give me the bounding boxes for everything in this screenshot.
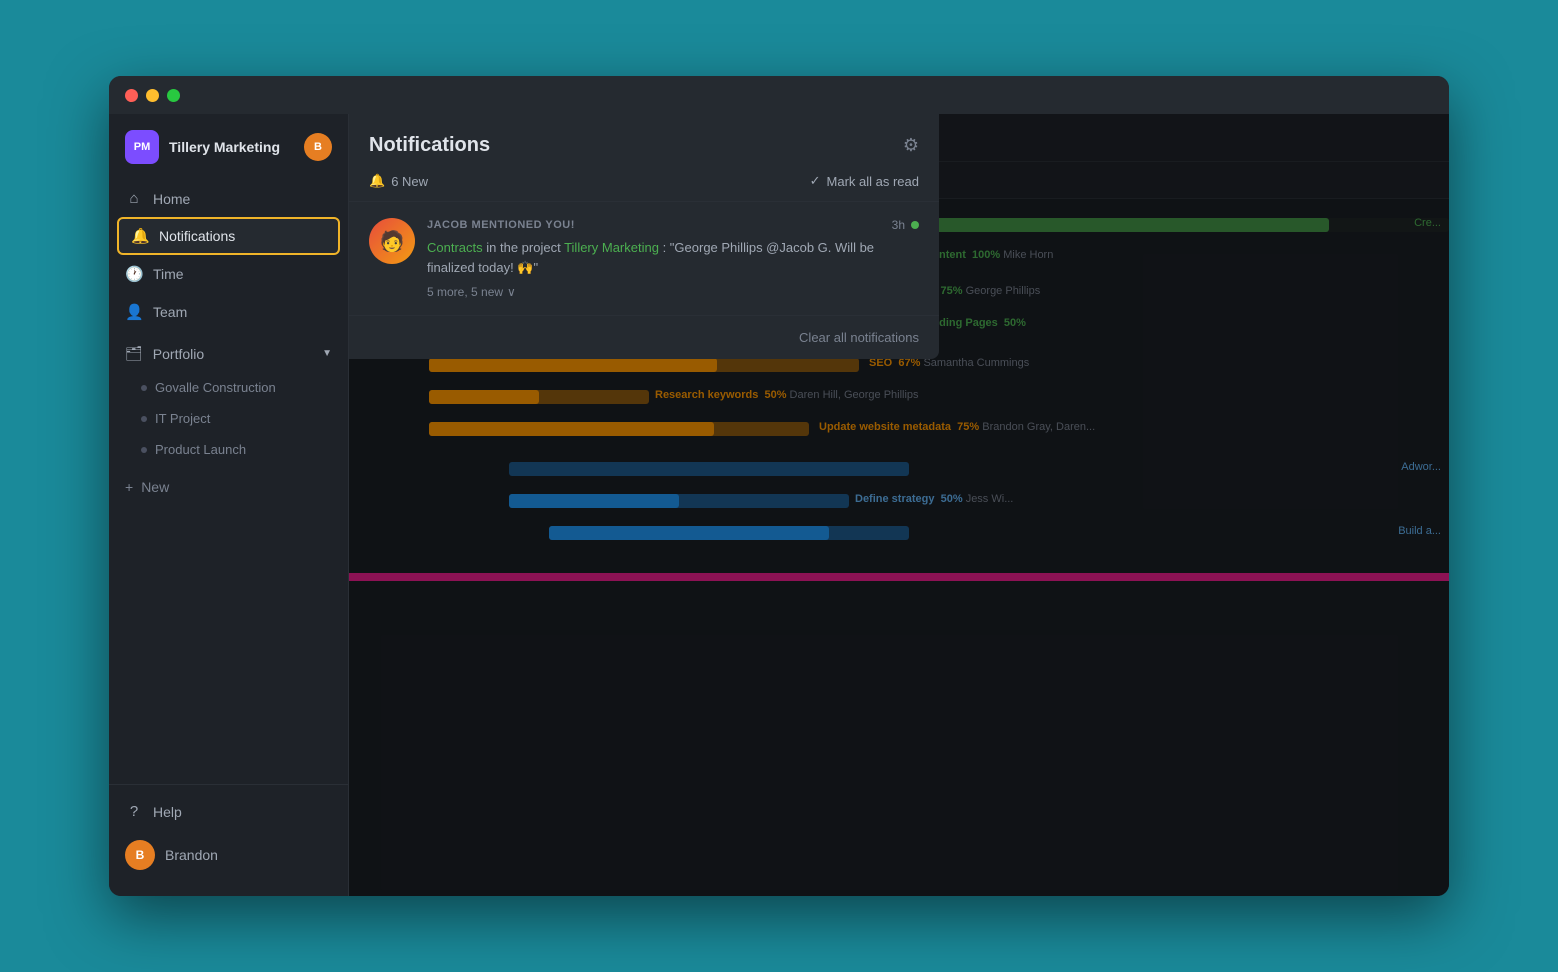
portfolio-section: 🗂 Portfolio ▼ Govalle Construction IT Pr… [109,335,348,465]
user-avatar: B [125,840,155,870]
portfolio-item-it[interactable]: IT Project [109,403,348,434]
time-text: 3h [892,218,905,232]
user-name: Brandon [165,847,218,863]
portfolio-arrow: ▼ [322,348,332,359]
notif-subheader: 🔔 6 New ✓ Mark all as read [349,169,939,202]
sidebar-item-team[interactable]: 👤 Team [109,293,348,331]
notif-text: Contracts in the project Tillery Marketi… [427,238,919,277]
new-label: New [141,479,169,495]
main-content: ⊞ ⬇ ⬆ 🖨 ℹ ··· APR, 24 '22 F S S M [349,114,1449,896]
mark-all-read-button[interactable]: ✓ Mark all as read [810,173,919,189]
notif-time: 3h [892,218,919,232]
dot-icon [141,385,147,391]
notif-count: 🔔 6 New [369,173,428,189]
count-text: 6 New [391,174,428,189]
sidebar-item-notifications[interactable]: 🔔 Notifications [117,217,340,255]
notif-link-project[interactable]: Tillery Marketing [564,240,659,255]
notif-sender: JACOB MENTIONED YOU! [427,219,575,231]
notif-avatar: 🧑 [369,218,415,264]
app-body: PM Tillery Marketing B ⌂ Home 🔔 Notifica… [109,114,1449,896]
sidebar-nav: ⌂ Home 🔔 Notifications 🕐 Time 👤 Team [109,180,348,888]
notif-meta: JACOB MENTIONED YOU! 3h [427,218,919,232]
portfolio-item-label: IT Project [155,411,210,426]
notification-panel: Notifications ⚙ 🔔 6 New ✓ Mark all as re… [349,114,939,359]
dot-icon [141,447,147,453]
notif-title: Notifications [369,134,490,157]
notification-icon: 🔔 [131,227,149,245]
portfolio-items: Govalle Construction IT Project Product … [109,372,348,465]
notif-link-contracts[interactable]: Contracts [427,240,483,255]
time-icon: 🕐 [125,265,143,283]
dot-icon [141,416,147,422]
avatar-emoji: 🧑 [380,229,405,254]
new-item[interactable]: + New [109,469,348,505]
help-icon: ? [125,803,143,820]
sidebar: PM Tillery Marketing B ⌂ Home 🔔 Notifica… [109,114,349,896]
sidebar-label-home: Home [153,191,190,207]
sidebar-item-time[interactable]: 🕐 Time [109,255,348,293]
user-avatar-header: B [304,133,332,161]
notification-card: 🧑 JACOB MENTIONED YOU! 3h [349,202,939,316]
app-window: PM Tillery Marketing B ⌂ Home 🔔 Notifica… [109,76,1449,896]
notification-overlay[interactable]: Notifications ⚙ 🔔 6 New ✓ Mark all as re… [349,114,1449,896]
portfolio-header[interactable]: 🗂 Portfolio ▼ [109,335,348,372]
home-icon: ⌂ [125,190,143,207]
clear-notifications-button[interactable]: Clear all notifications [799,330,919,345]
mark-read-label: Mark all as read [827,174,919,189]
check-icon: ✓ [810,173,821,189]
expand-button[interactable]: 5 more, 5 new ∨ [427,285,919,299]
workspace-name: Tillery Marketing [169,139,294,155]
sidebar-item-help[interactable]: ? Help [109,793,348,830]
expand-chevron-icon: ∨ [507,285,516,299]
portfolio-item-label: Product Launch [155,442,246,457]
notif-body: JACOB MENTIONED YOU! 3h Contracts in the… [427,218,919,299]
portfolio-item-product[interactable]: Product Launch [109,434,348,465]
minimize-button[interactable] [146,89,159,102]
traffic-lights [125,89,180,102]
expand-text: 5 more, 5 new [427,285,503,299]
plus-icon: + [125,479,133,495]
team-icon: 👤 [125,303,143,321]
sidebar-label-time: Time [153,266,184,282]
sidebar-label-notifications: Notifications [159,228,235,244]
pm-badge: PM [125,130,159,164]
sidebar-label-team: Team [153,304,187,320]
portfolio-item-govalle[interactable]: Govalle Construction [109,372,348,403]
sidebar-bottom: ? Help B Brandon [109,784,348,888]
sidebar-item-home[interactable]: ⌂ Home [109,180,348,217]
user-row[interactable]: B Brandon [109,830,348,880]
sidebar-header: PM Tillery Marketing B [109,122,348,180]
close-button[interactable] [125,89,138,102]
bell-icon: 🔔 [369,173,385,189]
unread-indicator [911,221,919,229]
notif-header: Notifications ⚙ [349,114,939,169]
notif-footer: Clear all notifications [349,316,939,359]
fullscreen-button[interactable] [167,89,180,102]
gear-icon[interactable]: ⚙ [903,135,919,156]
sidebar-label-help: Help [153,804,182,820]
portfolio-icon: 🗂 [125,345,143,362]
titlebar [109,76,1449,114]
notif-text-mid: in the project [486,240,564,255]
portfolio-item-label: Govalle Construction [155,380,276,395]
portfolio-label: Portfolio [153,346,204,362]
